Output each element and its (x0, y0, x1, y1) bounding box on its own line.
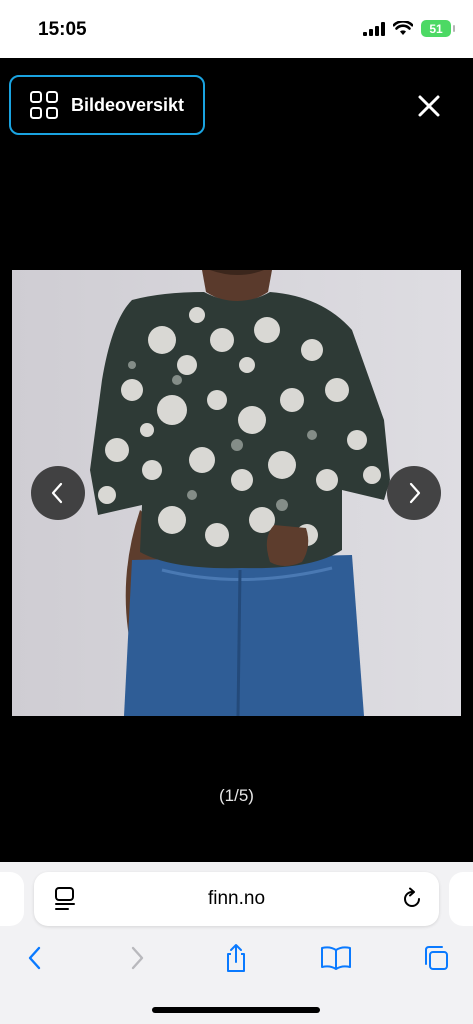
close-icon (418, 95, 440, 117)
status-time: 15:05 (38, 19, 87, 40)
forward-button[interactable] (120, 941, 154, 975)
reload-icon[interactable] (400, 887, 424, 911)
bookmarks-icon (321, 946, 351, 970)
back-button[interactable] (18, 941, 52, 975)
back-icon (28, 946, 41, 970)
battery-level: 51 (429, 21, 443, 36)
next-image-button[interactable] (387, 466, 441, 520)
image-counter: (1/5) (219, 786, 254, 805)
status-icons: 51 (363, 20, 455, 37)
forward-icon (131, 946, 144, 970)
url-text: finn.no (207, 888, 266, 909)
tabs-icon (425, 946, 448, 970)
previous-image-button[interactable] (31, 466, 85, 520)
chevron-right-icon (409, 482, 421, 504)
close-button[interactable] (412, 89, 446, 123)
home-indicator (152, 1007, 320, 1013)
image-overview-label: Bildeoversikt (71, 94, 185, 115)
share-icon (227, 944, 245, 972)
next-tab-peek[interactable] (449, 872, 473, 926)
share-button[interactable] (219, 941, 253, 975)
address-bar[interactable]: finn.no (34, 872, 439, 926)
tabs-button[interactable] (419, 941, 453, 975)
battery-icon: 51 (421, 20, 455, 37)
image-overview-button[interactable]: Bildeoversikt (9, 75, 205, 135)
chevron-left-icon (51, 482, 63, 504)
status-bar: 15:05 51 (0, 0, 473, 58)
bookmarks-button[interactable] (319, 941, 353, 975)
previous-tab-peek[interactable] (0, 872, 24, 926)
signal-icon (363, 21, 385, 36)
grid-icon (30, 91, 58, 119)
wifi-icon (393, 21, 413, 35)
browser-toolbar: finn.no (0, 862, 473, 1024)
